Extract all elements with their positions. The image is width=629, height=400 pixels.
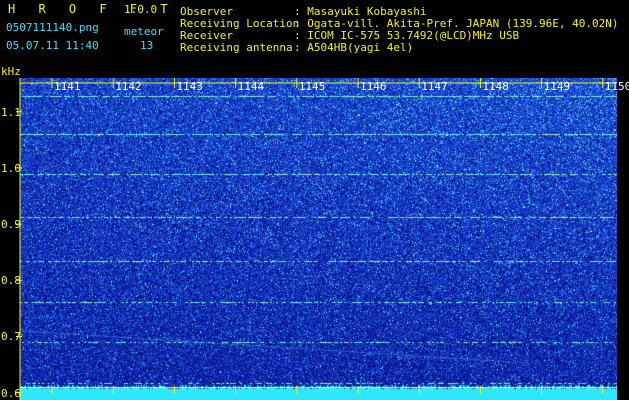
time-label: 1141 xyxy=(54,80,81,93)
antenna-label: Receiving antenna xyxy=(180,41,293,54)
y-tick-label: 1.1 xyxy=(1,105,21,119)
y-tick-label: 1.0 xyxy=(1,161,21,175)
y-tick-label: 0.6 xyxy=(1,386,21,400)
time-label: 1150 xyxy=(604,80,629,93)
time-label: 1146 xyxy=(360,80,387,93)
time-label: 1144 xyxy=(237,80,265,93)
date-time: 05.07.11 11:40 xyxy=(6,39,99,52)
time-label: 1143 xyxy=(176,80,203,93)
y-tick-label: 0.7 xyxy=(1,330,21,344)
file-name: 0507111140.png xyxy=(6,21,99,34)
spectrogram-overlay: 1141 1142 1143 1144 1145 1146 1147 1148 1149 1150… xyxy=(0,78,629,400)
spectrogram-area: 1141 1142 1143 1144 1145 1146 1147 1148 1149 1150… xyxy=(0,78,629,400)
axis-overlay xyxy=(16,78,617,400)
antenna-value: : A504HB(yagi 4el) xyxy=(294,41,414,54)
meteor-count: 13 xyxy=(140,39,154,52)
time-label: 1149 xyxy=(543,80,571,93)
time-label: 1148 xyxy=(482,80,509,93)
y-tick-label: 0.9 xyxy=(1,218,21,232)
y-unit-label: kHz xyxy=(1,65,21,78)
time-label: 1142 xyxy=(115,80,142,93)
y-tick-label: 0.8 xyxy=(1,274,21,288)
header-panel: H R O F F T 1.0.0 0507111140.png meteor … xyxy=(0,0,629,78)
time-label: 1147 xyxy=(421,80,448,93)
mode-label: meteor xyxy=(124,25,164,38)
app-version: 1.0.0 xyxy=(124,3,158,16)
time-label: 1145 xyxy=(298,80,326,93)
